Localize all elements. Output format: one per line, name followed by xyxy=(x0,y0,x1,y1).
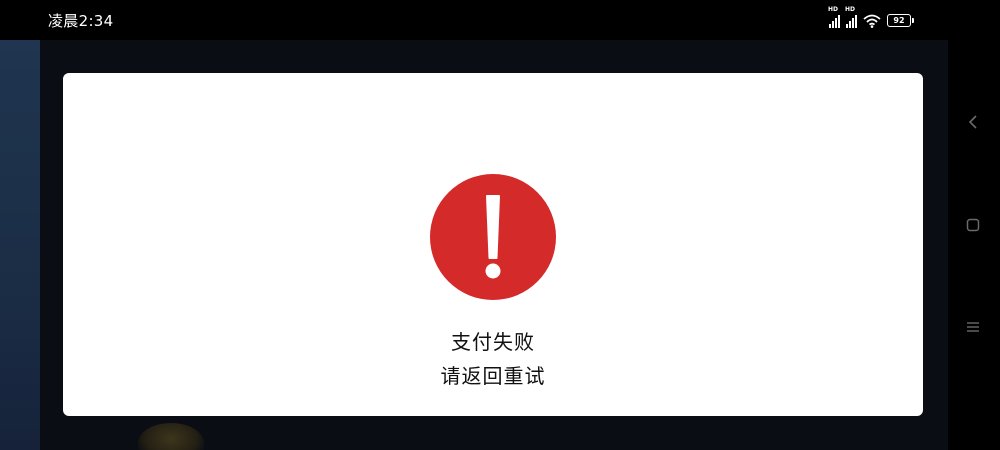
signal-hd-label: HD xyxy=(828,6,839,13)
battery-level: 92 xyxy=(887,13,911,27)
payment-failed-dialog: 支付失败 请返回重试 xyxy=(63,73,923,416)
menu-button[interactable] xyxy=(964,318,982,336)
navigation-bar xyxy=(948,40,1000,450)
chevron-left-icon xyxy=(968,115,977,129)
dialog-title: 支付失败 xyxy=(451,330,535,354)
status-time: 凌晨2:34 xyxy=(48,12,114,30)
signal-hd-label: HD xyxy=(845,6,856,13)
dialog-subtitle: 请返回重试 xyxy=(440,364,546,388)
menu-icon xyxy=(967,322,979,332)
back-button[interactable] xyxy=(964,113,982,131)
phone-screen: 凌晨2:34 HD HD 92 支付失败 请返回重试 xyxy=(0,0,1000,450)
battery-icon: 92 xyxy=(887,12,914,28)
error-exclamation-icon xyxy=(430,174,556,300)
background-panel xyxy=(0,40,40,450)
wifi-icon xyxy=(863,14,881,28)
signal-icon: HD xyxy=(845,6,857,28)
square-icon xyxy=(966,218,980,232)
signal-icon: HD xyxy=(828,6,840,28)
home-button[interactable] xyxy=(964,216,982,234)
status-bar: 凌晨2:34 HD HD 92 xyxy=(0,0,1000,40)
status-icons: HD HD 92 xyxy=(828,6,914,28)
